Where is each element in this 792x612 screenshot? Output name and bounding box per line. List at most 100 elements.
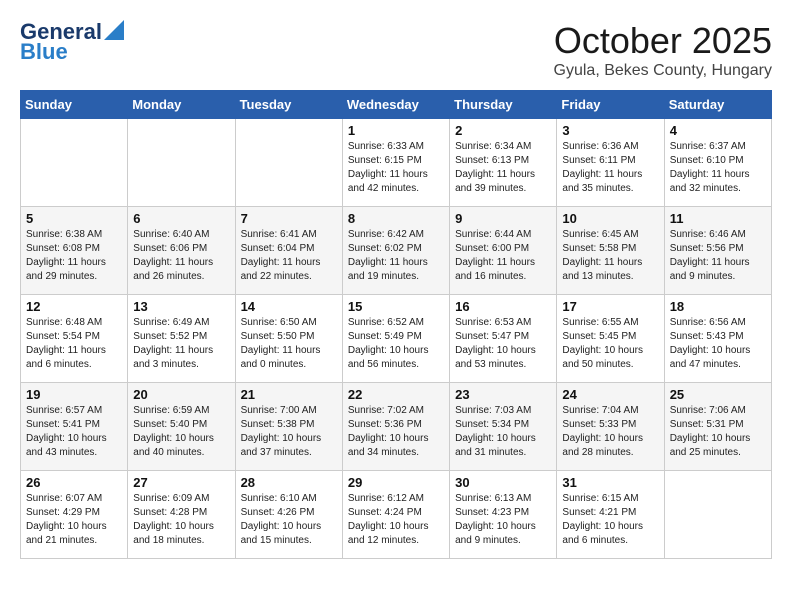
day-detail: Sunrise: 7:03 AMSunset: 5:34 PMDaylight:…	[455, 404, 551, 460]
day-number: 29	[348, 475, 444, 490]
calendar-title: October 2025	[554, 20, 772, 62]
day-number: 15	[348, 299, 444, 314]
day-detail: Sunrise: 6:13 AMSunset: 4:23 PMDaylight:…	[455, 492, 551, 548]
calendar-cell: 4 Sunrise: 6:37 AMSunset: 6:10 PMDaylight…	[664, 119, 771, 207]
calendar-cell: 15 Sunrise: 6:52 AMSunset: 5:49 PMDayligh…	[342, 295, 449, 383]
day-number: 2	[455, 123, 551, 138]
logo-icon	[104, 20, 124, 40]
day-number: 25	[670, 387, 766, 402]
day-detail: Sunrise: 7:02 AMSunset: 5:36 PMDaylight:…	[348, 404, 444, 460]
calendar-cell: 5 Sunrise: 6:38 AMSunset: 6:08 PMDaylight…	[21, 207, 128, 295]
day-detail: Sunrise: 6:15 AMSunset: 4:21 PMDaylight:…	[562, 492, 658, 548]
calendar-week-row: 12 Sunrise: 6:48 AMSunset: 5:54 PMDayligh…	[21, 295, 772, 383]
day-number: 22	[348, 387, 444, 402]
day-detail: Sunrise: 6:36 AMSunset: 6:11 PMDaylight:…	[562, 140, 658, 196]
day-number: 4	[670, 123, 766, 138]
day-detail: Sunrise: 7:04 AMSunset: 5:33 PMDaylight:…	[562, 404, 658, 460]
day-number: 30	[455, 475, 551, 490]
day-detail: Sunrise: 6:52 AMSunset: 5:49 PMDaylight:…	[348, 316, 444, 372]
calendar-cell: 28 Sunrise: 6:10 AMSunset: 4:26 PMDayligh…	[235, 471, 342, 559]
day-number: 18	[670, 299, 766, 314]
day-number: 9	[455, 211, 551, 226]
day-number: 5	[26, 211, 122, 226]
day-number: 21	[241, 387, 337, 402]
day-detail: Sunrise: 6:49 AMSunset: 5:52 PMDaylight:…	[133, 316, 229, 372]
day-number: 16	[455, 299, 551, 314]
day-detail: Sunrise: 6:12 AMSunset: 4:24 PMDaylight:…	[348, 492, 444, 548]
page-header: General Blue October 2025 Gyula, Bekes C…	[20, 20, 772, 80]
calendar-cell: 1 Sunrise: 6:33 AMSunset: 6:15 PMDaylight…	[342, 119, 449, 207]
calendar-cell	[235, 119, 342, 207]
calendar-cell: 13 Sunrise: 6:49 AMSunset: 5:52 PMDayligh…	[128, 295, 235, 383]
calendar-cell: 27 Sunrise: 6:09 AMSunset: 4:28 PMDayligh…	[128, 471, 235, 559]
day-number: 1	[348, 123, 444, 138]
title-block: October 2025 Gyula, Bekes County, Hungar…	[554, 20, 772, 80]
calendar-cell: 2 Sunrise: 6:34 AMSunset: 6:13 PMDaylight…	[450, 119, 557, 207]
day-detail: Sunrise: 6:33 AMSunset: 6:15 PMDaylight:…	[348, 140, 444, 196]
day-number: 12	[26, 299, 122, 314]
calendar-cell: 17Sunrise: 6:55 AMSunset: 5:45 PMDayligh…	[557, 295, 664, 383]
calendar-cell: 30 Sunrise: 6:13 AMSunset: 4:23 PMDayligh…	[450, 471, 557, 559]
day-number: 19	[26, 387, 122, 402]
day-detail: Sunrise: 6:55 AMSunset: 5:45 PMDaylight:…	[562, 316, 658, 372]
day-number: 13	[133, 299, 229, 314]
day-number: 26	[26, 475, 122, 490]
calendar-cell: 23 Sunrise: 7:03 AMSunset: 5:34 PMDayligh…	[450, 383, 557, 471]
calendar-cell: 31 Sunrise: 6:15 AMSunset: 4:21 PMDayligh…	[557, 471, 664, 559]
calendar-cell: 16Sunrise: 6:53 AMSunset: 5:47 PMDayligh…	[450, 295, 557, 383]
calendar-cell: 9 Sunrise: 6:44 AMSunset: 6:00 PMDaylight…	[450, 207, 557, 295]
calendar-week-row: 5 Sunrise: 6:38 AMSunset: 6:08 PMDaylight…	[21, 207, 772, 295]
weekday-header-wednesday: Wednesday	[342, 91, 449, 119]
calendar-cell: 18 Sunrise: 6:56 AMSunset: 5:43 PMDayligh…	[664, 295, 771, 383]
calendar-cell: 24 Sunrise: 7:04 AMSunset: 5:33 PMDayligh…	[557, 383, 664, 471]
calendar-cell: 25 Sunrise: 7:06 AMSunset: 5:31 PMDayligh…	[664, 383, 771, 471]
calendar-cell	[128, 119, 235, 207]
day-detail: Sunrise: 7:06 AMSunset: 5:31 PMDaylight:…	[670, 404, 766, 460]
day-detail: Sunrise: 6:07 AMSunset: 4:29 PMDaylight:…	[26, 492, 122, 548]
weekday-header-tuesday: Tuesday	[235, 91, 342, 119]
day-detail: Sunrise: 6:50 AMSunset: 5:50 PMDaylight:…	[241, 316, 337, 372]
calendar-table: SundayMondayTuesdayWednesdayThursdayFrid…	[20, 90, 772, 559]
calendar-cell: 19Sunrise: 6:57 AMSunset: 5:41 PMDayligh…	[21, 383, 128, 471]
day-detail: Sunrise: 6:34 AMSunset: 6:13 PMDaylight:…	[455, 140, 551, 196]
day-detail: Sunrise: 6:40 AMSunset: 6:06 PMDaylight:…	[133, 228, 229, 284]
calendar-cell: 6Sunrise: 6:40 AMSunset: 6:06 PMDaylight…	[128, 207, 235, 295]
day-number: 23	[455, 387, 551, 402]
day-number: 24	[562, 387, 658, 402]
calendar-week-row: 19Sunrise: 6:57 AMSunset: 5:41 PMDayligh…	[21, 383, 772, 471]
calendar-cell: 3Sunrise: 6:36 AMSunset: 6:11 PMDaylight…	[557, 119, 664, 207]
calendar-cell: 14 Sunrise: 6:50 AMSunset: 5:50 PMDayligh…	[235, 295, 342, 383]
calendar-cell: 12 Sunrise: 6:48 AMSunset: 5:54 PMDayligh…	[21, 295, 128, 383]
weekday-header-monday: Monday	[128, 91, 235, 119]
day-detail: Sunrise: 6:38 AMSunset: 6:08 PMDaylight:…	[26, 228, 122, 284]
calendar-cell: 10Sunrise: 6:45 AMSunset: 5:58 PMDayligh…	[557, 207, 664, 295]
day-number: 28	[241, 475, 337, 490]
calendar-cell	[664, 471, 771, 559]
logo-blue: Blue	[20, 40, 68, 64]
day-detail: Sunrise: 6:44 AMSunset: 6:00 PMDaylight:…	[455, 228, 551, 284]
day-detail: Sunrise: 6:46 AMSunset: 5:56 PMDaylight:…	[670, 228, 766, 284]
day-number: 27	[133, 475, 229, 490]
day-detail: Sunrise: 6:56 AMSunset: 5:43 PMDaylight:…	[670, 316, 766, 372]
day-number: 31	[562, 475, 658, 490]
day-number: 20	[133, 387, 229, 402]
calendar-cell: 11Sunrise: 6:46 AMSunset: 5:56 PMDayligh…	[664, 207, 771, 295]
calendar-body: 1 Sunrise: 6:33 AMSunset: 6:15 PMDaylight…	[21, 119, 772, 559]
day-number: 10	[562, 211, 658, 226]
logo: General Blue	[20, 20, 124, 64]
calendar-cell: 21Sunrise: 7:00 AMSunset: 5:38 PMDayligh…	[235, 383, 342, 471]
day-detail: Sunrise: 6:10 AMSunset: 4:26 PMDaylight:…	[241, 492, 337, 548]
day-detail: Sunrise: 6:48 AMSunset: 5:54 PMDaylight:…	[26, 316, 122, 372]
calendar-cell: 29 Sunrise: 6:12 AMSunset: 4:24 PMDayligh…	[342, 471, 449, 559]
calendar-week-row: 1 Sunrise: 6:33 AMSunset: 6:15 PMDaylight…	[21, 119, 772, 207]
day-detail: Sunrise: 6:37 AMSunset: 6:10 PMDaylight:…	[670, 140, 766, 196]
calendar-cell: 20Sunrise: 6:59 AMSunset: 5:40 PMDayligh…	[128, 383, 235, 471]
day-detail: Sunrise: 6:09 AMSunset: 4:28 PMDaylight:…	[133, 492, 229, 548]
calendar-cell	[21, 119, 128, 207]
calendar-cell: 22 Sunrise: 7:02 AMSunset: 5:36 PMDayligh…	[342, 383, 449, 471]
calendar-cell: 7Sunrise: 6:41 AMSunset: 6:04 PMDaylight…	[235, 207, 342, 295]
weekday-header-saturday: Saturday	[664, 91, 771, 119]
day-number: 14	[241, 299, 337, 314]
weekday-header-row: SundayMondayTuesdayWednesdayThursdayFrid…	[21, 91, 772, 119]
day-detail: Sunrise: 6:41 AMSunset: 6:04 PMDaylight:…	[241, 228, 337, 284]
